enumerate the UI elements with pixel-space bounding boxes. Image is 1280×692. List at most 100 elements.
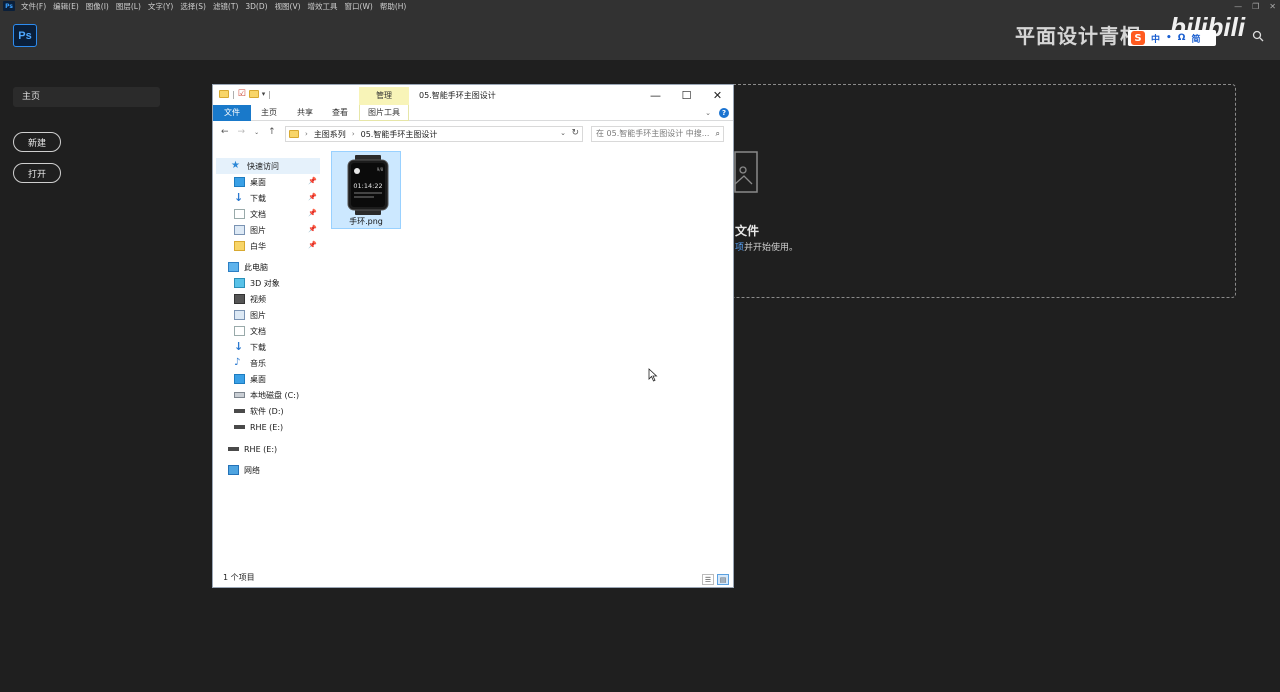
refresh-icon[interactable]: ↻ bbox=[571, 128, 579, 138]
open-button[interactable]: 打开 bbox=[13, 163, 61, 183]
up-icon[interactable]: ↑ bbox=[268, 127, 276, 137]
image-file-icon bbox=[734, 151, 758, 193]
ime-punct[interactable]: • bbox=[1166, 33, 1172, 43]
nav-pc-downloads[interactable]: ↓ 下载 bbox=[234, 339, 266, 355]
drop-link[interactable]: 项 bbox=[735, 243, 744, 253]
ribbon-tabs: 文件 主页 共享 查看 图片工具 ⌄ ? bbox=[213, 105, 733, 121]
expand-ribbon-icon[interactable]: ⌄ bbox=[705, 109, 711, 117]
ime-mode[interactable]: 中 bbox=[1151, 32, 1160, 45]
drop-sub-text: 并开始使用。 bbox=[744, 243, 799, 253]
nav-quick-access[interactable]: ★ 快速访问 bbox=[216, 158, 320, 174]
folder-icon bbox=[289, 130, 299, 138]
tab-share[interactable]: 共享 bbox=[293, 105, 317, 121]
watch-date: 9/8 bbox=[377, 167, 384, 172]
ps-logo: Ps bbox=[13, 24, 37, 47]
view-switcher: ☰ ▤ bbox=[702, 574, 729, 585]
ime-symbol[interactable]: Ω bbox=[1178, 33, 1186, 43]
nav-drive-e[interactable]: RHE (E:) bbox=[234, 419, 283, 435]
nav-pc-documents[interactable]: 文档 bbox=[234, 323, 266, 339]
star-icon: ★ bbox=[231, 160, 240, 171]
menu-view[interactable]: 视图(V) bbox=[275, 1, 301, 12]
address-bar[interactable]: › 主图系列 › 05.智能手环主图设计 ⌄ ↻ bbox=[285, 126, 583, 142]
tab-file[interactable]: 文件 bbox=[213, 105, 251, 121]
pin-icon: 📌 bbox=[308, 225, 317, 233]
tab-view[interactable]: 查看 bbox=[328, 105, 352, 121]
search-input[interactable]: 在 05.智能手环主图设计 中搜... ⌕ bbox=[591, 126, 724, 142]
menu-3d[interactable]: 3D(D) bbox=[245, 2, 267, 11]
sogou-icon[interactable]: S bbox=[1131, 31, 1145, 45]
recent-icon[interactable]: ⌄ bbox=[254, 129, 259, 136]
nav-3d-objects[interactable]: 3D 对象 bbox=[234, 275, 280, 291]
menu-image[interactable]: 图像(I) bbox=[86, 1, 109, 12]
minimize-icon[interactable]: — bbox=[1234, 2, 1242, 11]
tab-picture-tools[interactable]: 图片工具 bbox=[359, 105, 409, 121]
drive-icon bbox=[228, 447, 239, 451]
pin-icon: 📌 bbox=[308, 241, 317, 249]
file-item[interactable]: 01:14:22 9/8 手环.png bbox=[331, 151, 401, 229]
menu-file[interactable]: 文件(F) bbox=[21, 1, 46, 12]
nav-drive-d[interactable]: 软件 (D:) bbox=[234, 403, 284, 419]
tab-manage[interactable]: 管理 bbox=[359, 87, 409, 105]
help-icon[interactable]: ? bbox=[719, 108, 729, 118]
details-view-icon[interactable]: ☰ bbox=[702, 574, 714, 585]
menu-edit[interactable]: 编辑(E) bbox=[53, 1, 79, 12]
drop-zone[interactable] bbox=[733, 84, 1236, 298]
file-explorer-window: | ☑ ▾ | 管理 05.智能手环主图设计 — ☐ ✕ 文件 主页 共享 查看… bbox=[212, 84, 734, 588]
ps-menubar: Ps 文件(F) 编辑(E) 图像(I) 图层(L) 文字(Y) 选择(S) 滤… bbox=[0, 0, 1280, 12]
ps-app-icon[interactable]: Ps bbox=[3, 1, 15, 11]
nav-downloads[interactable]: ↓ 下载 bbox=[234, 190, 266, 206]
breadcrumb-item[interactable]: 主图系列 bbox=[314, 129, 346, 140]
close-icon[interactable]: ✕ bbox=[1269, 2, 1276, 11]
ime-simplified[interactable]: 简 bbox=[1191, 32, 1200, 45]
pin-icon: 📌 bbox=[308, 209, 317, 217]
computer-icon bbox=[228, 262, 239, 272]
nav-pictures[interactable]: 图片 bbox=[234, 222, 266, 238]
network-icon bbox=[228, 465, 239, 475]
breadcrumb-item[interactable]: 05.智能手环主图设计 bbox=[361, 129, 438, 140]
video-icon bbox=[234, 294, 245, 304]
desktop-icon bbox=[234, 177, 245, 187]
download-icon: ↓ bbox=[234, 191, 244, 204]
menu-type[interactable]: 文字(Y) bbox=[148, 1, 173, 12]
watch-thumbnail: 01:14:22 9/8 bbox=[347, 155, 389, 215]
nav-videos[interactable]: 视频 bbox=[234, 291, 266, 307]
nav-pc-pictures[interactable]: 图片 bbox=[234, 307, 266, 323]
explorer-window-controls: — ☐ ✕ bbox=[640, 85, 733, 105]
minimize-icon[interactable]: — bbox=[640, 85, 671, 105]
status-text: 1 个项目 bbox=[223, 573, 255, 582]
forward-icon[interactable]: → bbox=[238, 127, 246, 137]
nav-pc-desktop[interactable]: 桌面 bbox=[234, 371, 266, 387]
restore-icon[interactable]: ❐ bbox=[1252, 2, 1259, 11]
nav-music[interactable]: ♪ 音乐 bbox=[234, 355, 266, 371]
menu-layer[interactable]: 图层(L) bbox=[116, 1, 141, 12]
ps-window-controls: — ❐ ✕ bbox=[1234, 0, 1276, 12]
chevron-down-icon[interactable]: ⌄ bbox=[560, 129, 566, 137]
drive-icon bbox=[234, 425, 245, 429]
customize-icon[interactable]: ▾ bbox=[262, 90, 266, 98]
nav-desktop[interactable]: 桌面 bbox=[234, 174, 266, 190]
menu-select[interactable]: 选择(S) bbox=[180, 1, 206, 12]
maximize-icon[interactable]: ☐ bbox=[671, 85, 702, 105]
tab-home[interactable]: 主页 bbox=[257, 105, 281, 121]
nav-rhe[interactable]: RHE (E:) bbox=[228, 441, 277, 457]
menu-window[interactable]: 窗口(W) bbox=[345, 1, 373, 12]
large-icons-view-icon[interactable]: ▤ bbox=[717, 574, 729, 585]
nav-drive-c[interactable]: 本地磁盘 (C:) bbox=[234, 387, 299, 403]
nav-baihua[interactable]: 白华 bbox=[234, 238, 266, 254]
menu-filter[interactable]: 滤镜(T) bbox=[213, 1, 238, 12]
nav-network[interactable]: 网络 bbox=[228, 462, 260, 478]
window-title: 05.智能手环主图设计 bbox=[419, 91, 496, 100]
close-icon[interactable]: ✕ bbox=[702, 85, 733, 105]
drive-icon bbox=[234, 392, 245, 398]
menu-plugins[interactable]: 增效工具 bbox=[308, 1, 338, 12]
new-folder-icon[interactable] bbox=[248, 90, 259, 98]
properties-icon[interactable]: ☑ bbox=[238, 89, 246, 99]
nav-this-pc[interactable]: 此电脑 bbox=[228, 259, 268, 275]
pin-icon: 📌 bbox=[308, 193, 317, 201]
nav-documents[interactable]: 文档 bbox=[234, 206, 266, 222]
search-icon[interactable] bbox=[1252, 30, 1264, 42]
new-button[interactable]: 新建 bbox=[13, 132, 61, 152]
back-icon[interactable]: ← bbox=[221, 127, 229, 137]
sidebar-item-home[interactable]: 主页 bbox=[13, 87, 160, 107]
menu-help[interactable]: 帮助(H) bbox=[380, 1, 407, 12]
